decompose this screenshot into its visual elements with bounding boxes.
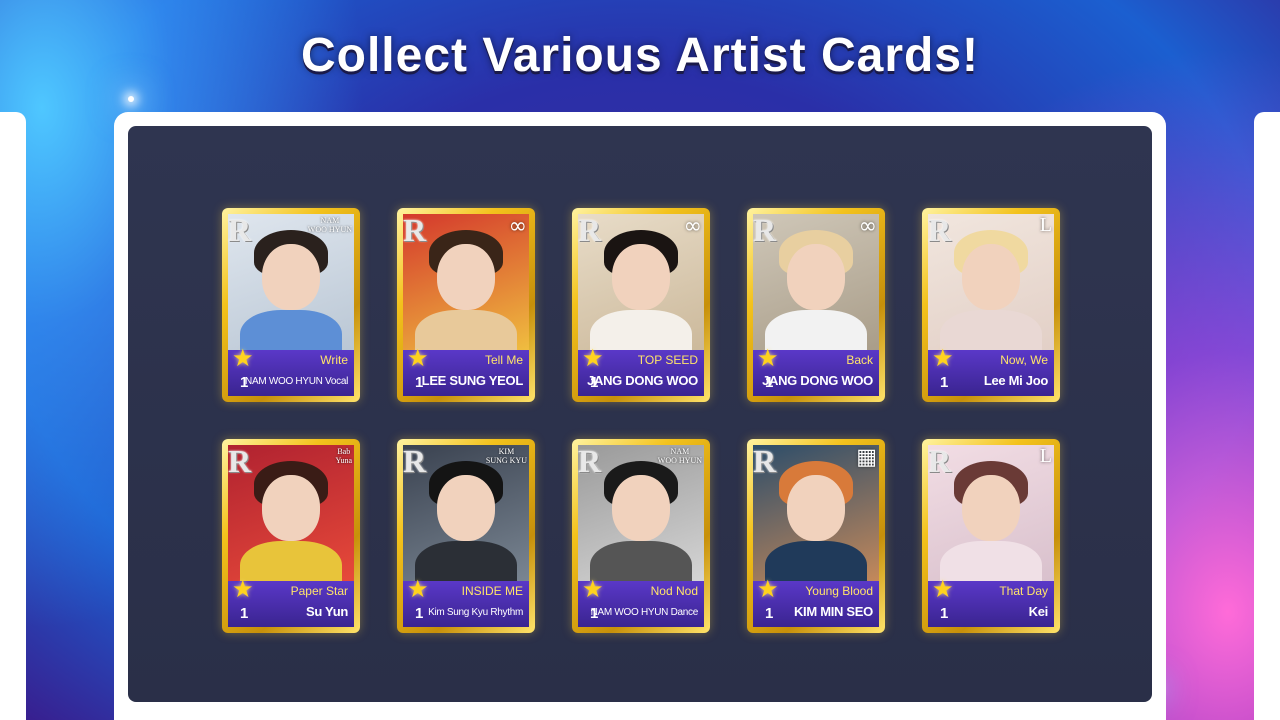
song-title: TOP SEED <box>637 353 698 367</box>
song-title: Now, We <box>1000 353 1048 367</box>
artist-body <box>940 310 1042 354</box>
card-level: 1 <box>240 605 249 622</box>
star-icon: ★ <box>757 344 779 372</box>
artist-face <box>612 475 670 541</box>
group-logo: Bab Yuna <box>335 447 352 465</box>
artist-card[interactable]: R NAM WOO HYUN ★ 1 Nod Nod NAM WOO HYUN Dance <box>572 439 710 633</box>
star-icon: ★ <box>932 344 954 372</box>
artist-card[interactable]: R L ★ 1 That Day Kei <box>922 439 1060 633</box>
infinity-icon: ∞ <box>508 214 527 239</box>
song-title: Write <box>320 353 348 367</box>
rank-badge: R <box>928 443 952 479</box>
artist-card[interactable]: R ▦ ★ 1 Young Blood KIM MIN SEO <box>747 439 885 633</box>
page-title: Collect Various Artist Cards! <box>300 29 980 82</box>
artist-name: JANG DONG WOO <box>762 373 873 388</box>
infinity-icon: ∞ <box>858 214 877 239</box>
rank-badge: R <box>578 443 602 479</box>
rank-badge: R <box>753 443 777 479</box>
song-title: Tell Me <box>484 353 523 367</box>
artist-card[interactable]: R NAM WOO HYUN ★ 1 Write NAM WOO HYUN Vocal <box>222 208 360 402</box>
artist-name: Su Yun <box>305 604 348 619</box>
artist-face <box>612 244 670 310</box>
artist-name: Kei <box>1028 604 1049 619</box>
card-info-bar: ★ 1 Write NAM WOO HYUN Vocal <box>228 344 354 396</box>
card-info-bar: ★ 1 Young Blood KIM MIN SEO <box>753 575 879 627</box>
card-info-bar: ★ 1 Nod Nod NAM WOO HYUN Dance <box>578 575 704 627</box>
artist-name: LEE SUNG YEOL <box>421 373 524 388</box>
side-panel-left <box>0 112 26 720</box>
artist-face <box>437 475 495 541</box>
artist-face <box>962 475 1020 541</box>
artist-card[interactable]: R L ★ 1 Now, We Lee Mi Joo <box>922 208 1060 402</box>
star-icon: ★ <box>407 575 429 603</box>
group-logo: NAM WOO HYUN <box>657 447 702 465</box>
rank-badge: R <box>753 212 777 248</box>
rank-badge: R <box>228 212 252 248</box>
artist-body <box>590 310 692 354</box>
card-level: 1 <box>765 605 774 622</box>
star-icon: ★ <box>582 575 604 603</box>
artist-body <box>590 541 692 585</box>
artist-name: KIM MIN SEO <box>793 604 873 619</box>
rank-badge: R <box>403 212 427 248</box>
star-icon: ★ <box>232 344 254 372</box>
song-title: Paper Star <box>290 584 348 598</box>
star-icon: ★ <box>932 575 954 603</box>
artist-body <box>240 541 342 585</box>
rank-badge: R <box>928 212 952 248</box>
card-info-bar: ★ 1 That Day Kei <box>928 575 1054 627</box>
artist-face <box>787 244 845 310</box>
star-icon: ★ <box>582 344 604 372</box>
artist-name: Lee Mi Joo <box>983 373 1048 388</box>
card-level: 1 <box>415 605 424 622</box>
artist-name: Kim Sung Kyu Rhythm <box>428 607 523 618</box>
artist-card[interactable]: R Bab Yuna ★ 1 Paper Star Su Yun <box>222 439 360 633</box>
artist-card[interactable]: R ∞ ★ 1 Back JANG DONG WOO <box>747 208 885 402</box>
song-title: Nod Nod <box>650 584 698 598</box>
rank-badge: R <box>578 212 602 248</box>
side-panel-right <box>1254 112 1280 720</box>
artist-body <box>940 541 1042 585</box>
rank-badge: R <box>403 443 427 479</box>
card-info-bar: ★ 1 Paper Star Su Yun <box>228 575 354 627</box>
artist-card[interactable]: R ∞ ★ 1 TOP SEED JANG DONG WOO <box>572 208 710 402</box>
artist-name: NAM WOO HYUN Dance <box>590 607 699 618</box>
artist-face <box>962 244 1020 310</box>
card-info-bar: ★ 1 TOP SEED JANG DONG WOO <box>578 344 704 396</box>
artist-card[interactable]: R ∞ ★ 1 Tell Me LEE SUNG YEOL <box>397 208 535 402</box>
group-logo: NAM WOO HYUN <box>307 216 352 234</box>
grid-icon: ▦ <box>856 445 877 470</box>
rank-badge: R <box>228 443 252 479</box>
sparkle <box>128 96 134 102</box>
star-icon: ★ <box>232 575 254 603</box>
artist-body <box>415 541 517 585</box>
artist-body <box>240 310 342 354</box>
artist-face <box>262 475 320 541</box>
infinity-icon: ∞ <box>683 214 702 239</box>
artist-body <box>415 310 517 354</box>
star-icon: ★ <box>407 344 429 372</box>
star-icon: ★ <box>757 575 779 603</box>
artist-face <box>262 244 320 310</box>
artist-card[interactable]: R KIM SUNG KYU ★ 1 INSIDE ME Kim Sung Kyu Rhy… <box>397 439 535 633</box>
card-info-bar: ★ 1 Back JANG DONG WOO <box>753 344 879 396</box>
song-title: Young Blood <box>805 584 873 598</box>
artist-face <box>437 244 495 310</box>
artist-name: NAM WOO HYUN Vocal <box>245 376 348 387</box>
card-info-bar: ★ 1 Tell Me LEE SUNG YEOL <box>403 344 529 396</box>
group-logo: KIM SUNG KYU <box>485 447 527 465</box>
card-info-bar: ★ 1 INSIDE ME Kim Sung Kyu Rhythm <box>403 575 529 627</box>
artist-name: JANG DONG WOO <box>587 373 698 388</box>
song-title: Back <box>846 353 873 367</box>
lovelyz-l-icon: L <box>1039 214 1052 236</box>
card-level: 1 <box>940 374 949 391</box>
artist-body <box>765 541 867 585</box>
song-title: INSIDE ME <box>461 584 523 598</box>
card-level: 1 <box>940 605 949 622</box>
card-info-bar: ★ 1 Now, We Lee Mi Joo <box>928 344 1054 396</box>
artist-body <box>765 310 867 354</box>
artist-face <box>787 475 845 541</box>
song-title: That Day <box>999 584 1048 598</box>
lovelyz-l-icon: L <box>1039 445 1052 467</box>
